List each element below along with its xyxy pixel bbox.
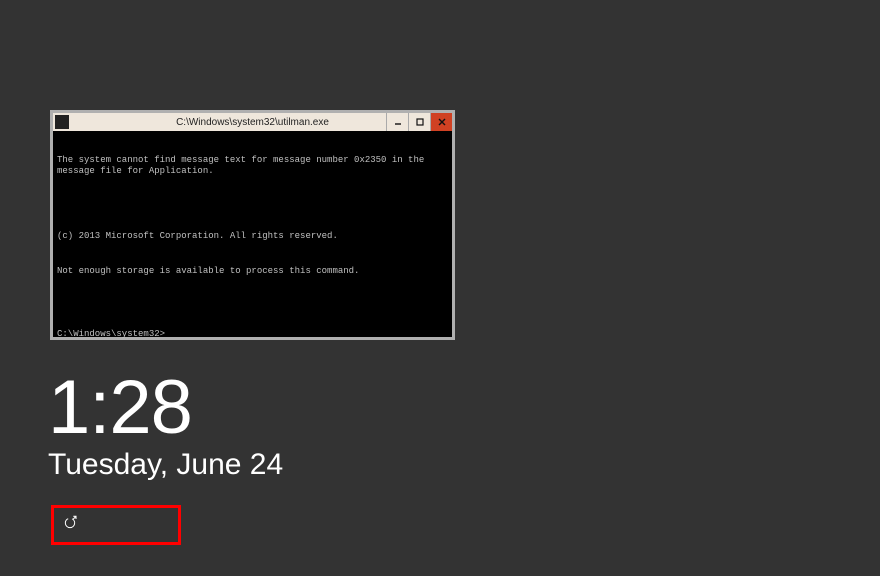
lockscreen-date: Tuesday, June 24 xyxy=(48,448,283,482)
lockscreen-clock: 1:28 Tuesday, June 24 xyxy=(48,370,283,482)
ease-of-access-button[interactable] xyxy=(62,515,78,531)
console-blank xyxy=(57,201,448,207)
console-blank xyxy=(57,301,448,305)
console-line: The system cannot find message text for … xyxy=(57,155,448,177)
console-output: The system cannot find message text for … xyxy=(53,131,452,366)
console-window: C:\Windows\system32\utilman.exe The syst… xyxy=(50,110,455,340)
close-button[interactable] xyxy=(430,113,452,131)
maximize-button[interactable] xyxy=(408,113,430,131)
lockscreen-time: 1:28 xyxy=(48,370,283,446)
console-line: Not enough storage is available to proce… xyxy=(57,266,448,277)
console-line: (c) 2013 Microsoft Corporation. All righ… xyxy=(57,231,448,242)
console-prompt[interactable]: C:\Windows\system32> xyxy=(57,329,448,340)
console-titlebar[interactable]: C:\Windows\system32\utilman.exe xyxy=(53,113,452,131)
minimize-button[interactable] xyxy=(386,113,408,131)
window-buttons xyxy=(386,113,452,131)
cmd-icon xyxy=(55,115,69,129)
